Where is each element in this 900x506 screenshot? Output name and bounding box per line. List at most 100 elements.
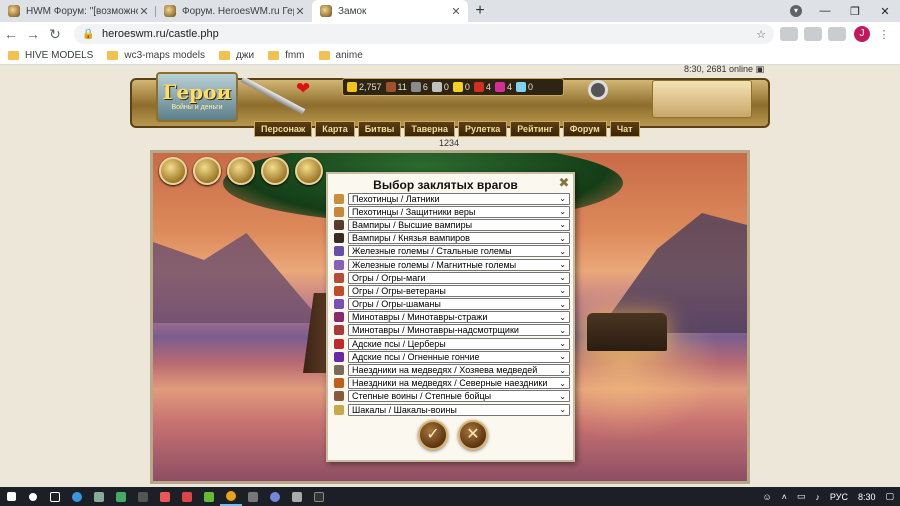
creature-icon [334,391,344,402]
menu-map[interactable]: Карта [315,121,355,137]
menu-chat[interactable]: Чат [609,121,640,137]
close-tab-icon[interactable]: ✕ [294,5,306,18]
chevron-down-icon: ⌄ [559,405,566,415]
discord-icon[interactable] [264,487,286,506]
folder-icon [318,50,330,60]
creature-select[interactable]: Вампиры / Князья вампиров ⌄ [348,232,570,245]
creature-select[interactable]: Адские псы / Церберы ⌄ [348,337,570,350]
creature-select[interactable]: Огры / Огры-ветераны ⌄ [348,284,570,297]
creature-select[interactable]: Шакалы / Шакалы-воины ⌄ [348,403,570,416]
browser-tab-2[interactable]: Форум. HeroesWM.ru Герон во ✕ [156,0,312,22]
bookmark-folder[interactable]: anime [318,50,363,61]
app-icon[interactable] [154,487,176,506]
castle-building-icon[interactable] [227,157,255,185]
app-icon[interactable] [308,487,330,506]
start-icon[interactable] [0,487,22,506]
new-tab-button[interactable]: + [468,0,492,22]
creature-select[interactable]: Пехотинцы / Латники ⌄ [348,192,570,205]
wood-resource: 11 [385,82,407,92]
creature-select[interactable]: Наездники на медведях / Северные наездни… [348,377,570,390]
bookmark-folder[interactable]: wc3-maps models [107,50,205,61]
app-icon[interactable] [132,487,154,506]
mountain-left [153,233,323,323]
bookmark-folder[interactable]: fmm [268,50,305,61]
close-tab-icon[interactable]: ✕ [138,5,150,18]
bookmark-star-icon[interactable]: ☆ [756,28,766,41]
menu-character[interactable]: Персонаж [254,121,313,137]
profile-avatar[interactable]: J [854,26,870,42]
health-heart-icon[interactable]: ❤ [296,79,310,99]
creature-select[interactable]: Пехотинцы / Защитники веры ⌄ [348,205,570,218]
creature-select[interactable]: Адские псы / Огненные гончие ⌄ [348,350,570,363]
back-icon[interactable]: ← [0,26,22,42]
creature-select[interactable]: Наездники на медведях / Хозяева медведей… [348,364,570,377]
address-bar[interactable]: 🔒 heroeswm.ru/castle.php ☆ [74,24,774,44]
extension-icon[interactable] [780,27,798,41]
network-icon[interactable]: ▭ [797,491,806,502]
reload-icon[interactable]: ↻ [44,26,66,43]
puzzle-extensions-icon[interactable] [828,27,846,41]
browser-tab-1[interactable]: HWM Форум: "[возможно баг] ✕ [0,0,156,22]
clock[interactable]: 8:30 [858,492,876,502]
castle-building-icon[interactable] [193,157,221,185]
monitor-icon: ▣ [755,64,765,74]
creature-select-value: Адские псы / Церберы [352,338,446,349]
castle-banner [652,80,752,118]
creature-icon [334,285,344,296]
nvidia-icon[interactable] [198,487,220,506]
lock-icon[interactable]: 🔒 [82,29,96,40]
app-icon[interactable] [176,487,198,506]
tray-user-icon[interactable]: ☺ [762,492,771,502]
app-icon[interactable] [110,487,132,506]
bookmark-folder[interactable]: джи [218,50,254,61]
creature-select[interactable]: Железные големы / Магнитные големы ⌄ [348,258,570,271]
close-window-icon[interactable]: ✕ [870,5,900,18]
castle-building-icon[interactable] [159,157,187,185]
menu-rating[interactable]: Рейтинг [510,121,560,137]
maximize-icon[interactable]: ❐ [840,5,870,18]
creature-select[interactable]: Огры / Огры-маги ⌄ [348,271,570,284]
confirm-button[interactable]: ✓ [418,420,448,450]
minimize-icon[interactable]: — [810,5,840,17]
creature-select-value: Вампиры / Князья вампиров [352,233,470,244]
creature-icon [334,193,344,204]
app-icon[interactable] [286,487,308,506]
close-icon[interactable]: ✖ [557,176,571,190]
castle-building-icon[interactable] [295,157,323,185]
menu-battles[interactable]: Битвы [357,121,402,137]
chrome-icon[interactable] [220,487,242,506]
app-icon[interactable] [88,487,110,506]
notification-icon[interactable]: ▢ [885,491,894,502]
volume-icon[interactable]: ♪ [815,492,820,502]
edge-icon[interactable] [66,487,88,506]
creature-select[interactable]: Вампиры / Высшие вампиры ⌄ [348,218,570,231]
task-view-icon[interactable] [44,487,66,506]
app-icon[interactable] [242,487,264,506]
bookmark-folder[interactable]: HIVE MODELS [8,50,93,61]
game-logo[interactable]: Герои [156,72,238,122]
creature-select[interactable]: Минотавры / Минотавры-стражи ⌄ [348,311,570,324]
glowing-ruins[interactable] [587,313,667,351]
close-tab-icon[interactable]: ✕ [450,5,462,18]
browser-tab-3[interactable]: Замок ✕ [312,0,468,22]
tab-search-icon[interactable]: ▾ [790,5,802,17]
search-icon[interactable] [22,487,44,506]
forward-icon[interactable]: → [22,26,44,42]
creature-select[interactable]: Степные воины / Степные бойцы ⌄ [348,390,570,403]
creature-select[interactable]: Огры / Огры-шаманы ⌄ [348,298,570,311]
menu-forum[interactable]: Форум [562,121,607,137]
creature-select-value: Вампиры / Высшие вампиры [352,219,473,230]
creature-select[interactable]: Железные големы / Стальные големы ⌄ [348,245,570,258]
cancel-button[interactable]: ✕ [458,420,488,450]
menu-tavern[interactable]: Таверна [404,121,455,137]
creature-select[interactable]: Минотавры / Минотавры-надсмотрщики ⌄ [348,324,570,337]
extension-icon[interactable] [804,27,822,41]
menu-roulette[interactable]: Рулетка [457,121,508,137]
ring-icon[interactable] [588,80,608,100]
tray-arrow-icon[interactable]: ˄ [782,492,787,502]
castle-building-icon[interactable] [261,157,289,185]
menu-kebab-icon[interactable]: ⋮ [876,28,892,41]
creature-select-value: Степные воины / Степные бойцы [352,391,492,402]
chevron-down-icon: ⌄ [559,207,566,217]
language-indicator[interactable]: РУС [830,492,848,502]
